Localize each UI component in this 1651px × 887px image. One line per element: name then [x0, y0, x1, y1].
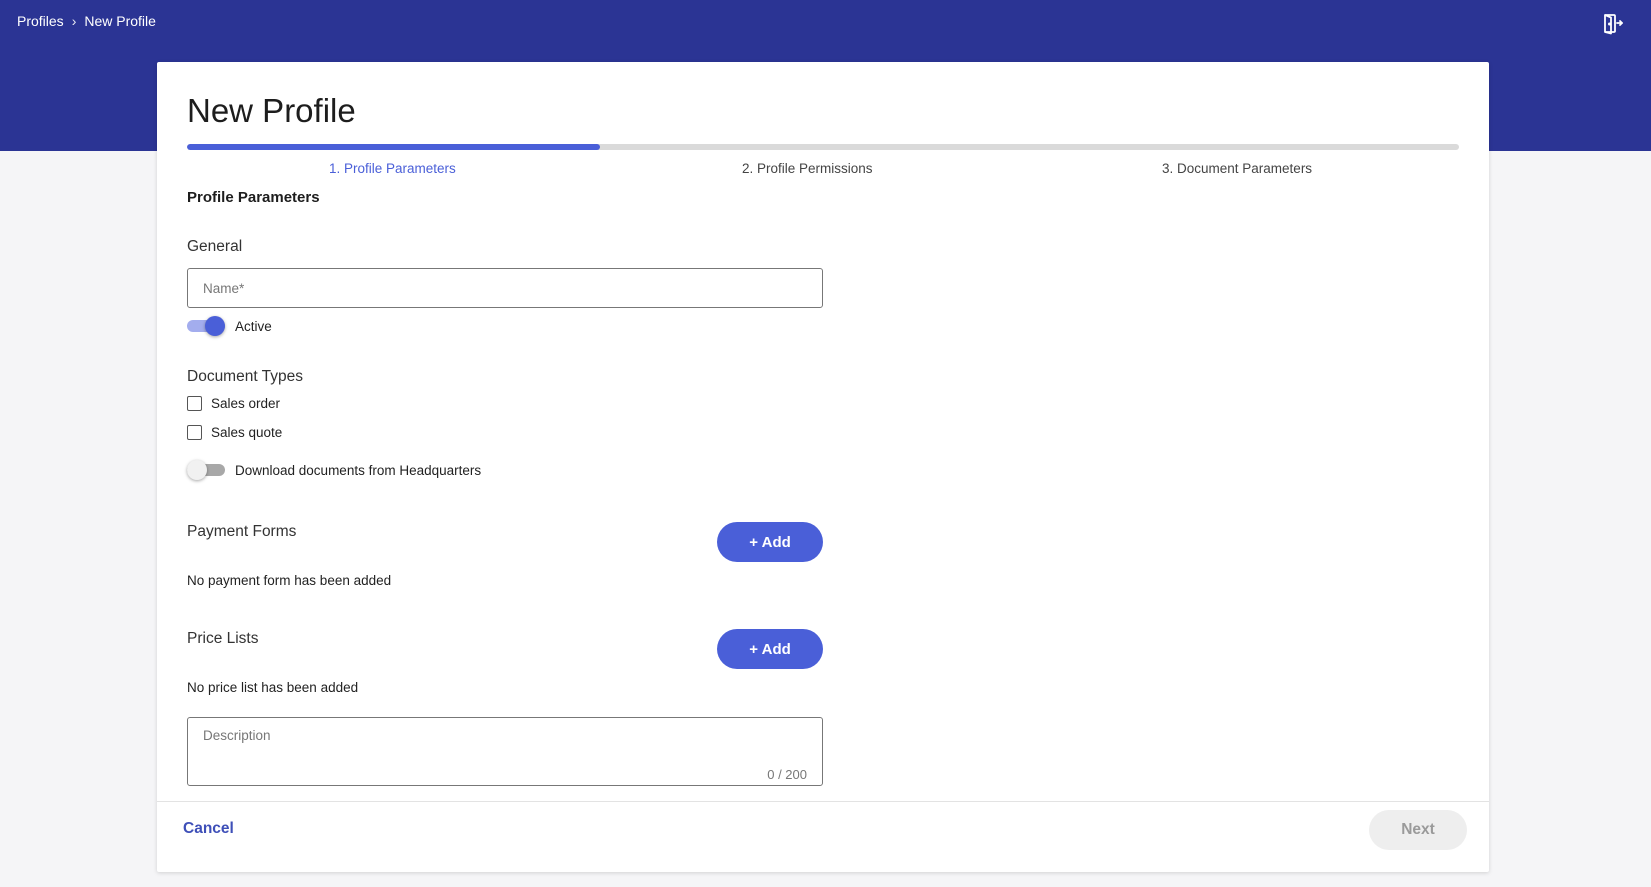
- step-profile-parameters[interactable]: 1. Profile Parameters: [329, 161, 456, 176]
- payment-forms-label: Payment Forms: [187, 523, 297, 540]
- stepper-progress-fill: [187, 144, 601, 150]
- sales-order-checkbox[interactable]: [187, 396, 202, 411]
- price-lists-empty-message: No price list has been added: [187, 680, 359, 695]
- description-char-counter: 0 / 200: [767, 767, 807, 782]
- section-title: Profile Parameters: [187, 189, 320, 206]
- description-input[interactable]: [188, 718, 822, 785]
- cancel-button[interactable]: Cancel: [183, 820, 234, 838]
- sales-order-label: Sales order: [211, 396, 281, 411]
- name-input[interactable]: [188, 269, 822, 307]
- document-types-label: Document Types: [187, 368, 304, 385]
- breadcrumb-item-profiles[interactable]: Profiles: [17, 13, 64, 29]
- breadcrumb-separator-icon: ›: [71, 13, 77, 29]
- description-field[interactable]: 0 / 200: [187, 717, 823, 786]
- download-headquarters-toggle[interactable]: [187, 460, 225, 480]
- add-payment-form-button[interactable]: + Add: [717, 522, 823, 562]
- download-headquarters-label: Download documents from Headquarters: [235, 462, 482, 478]
- name-field[interactable]: [187, 268, 823, 308]
- breadcrumb: Profiles › New Profile: [17, 13, 156, 29]
- step-document-parameters[interactable]: 3. Document Parameters: [1162, 161, 1312, 176]
- active-toggle[interactable]: [187, 316, 225, 336]
- breadcrumb-item-current: New Profile: [84, 13, 156, 29]
- exit-door-icon[interactable]: [1601, 12, 1625, 36]
- step-profile-permissions[interactable]: 2. Profile Permissions: [742, 161, 873, 176]
- next-button[interactable]: Next: [1369, 810, 1467, 850]
- active-toggle-row: Active: [187, 316, 272, 336]
- price-lists-label: Price Lists: [187, 630, 259, 647]
- add-price-list-button[interactable]: + Add: [717, 629, 823, 669]
- sales-quote-label: Sales quote: [211, 425, 283, 440]
- stepper-progress-bar: [187, 144, 1459, 150]
- sales-order-option: Sales order: [187, 396, 280, 411]
- footer-divider: [157, 801, 1489, 802]
- payment-forms-empty-message: No payment form has been added: [187, 573, 392, 588]
- active-label: Active: [235, 318, 272, 334]
- general-label: General: [187, 238, 243, 255]
- sales-quote-option: Sales quote: [187, 425, 282, 440]
- download-toggle-row: Download documents from Headquarters: [187, 460, 481, 480]
- page-title: New Profile: [187, 92, 356, 129]
- new-profile-card: New Profile 1. Profile Parameters 2. Pro…: [157, 62, 1489, 872]
- sales-quote-checkbox[interactable]: [187, 425, 202, 440]
